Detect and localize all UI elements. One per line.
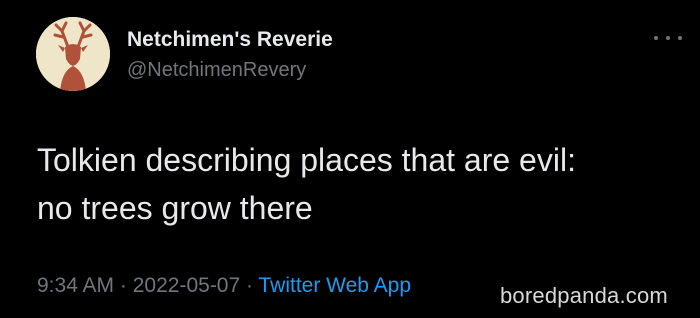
stag-avatar-icon (36, 17, 110, 91)
meta-separator: · (119, 274, 127, 297)
display-name[interactable]: Netchimen's Reverie (127, 28, 333, 52)
tweet-time[interactable]: 9:34 AM (37, 274, 114, 297)
user-handle[interactable]: @NetchimenRevery (127, 59, 306, 82)
watermark: boredpanda.com (500, 283, 668, 308)
dot (678, 36, 682, 40)
more-horizontal-icon[interactable] (654, 30, 682, 46)
meta-separator: · (246, 274, 254, 297)
tweet-text: Tolkien describing places that are evil:… (37, 142, 576, 226)
dot (666, 36, 670, 40)
dot (654, 36, 658, 40)
tweet-date[interactable]: 2022-05-07 (133, 274, 240, 297)
tweet-source-link[interactable]: Twitter Web App (258, 274, 411, 297)
tweet-card: Netchimen's Reverie @NetchimenRevery Tol… (0, 0, 700, 318)
profile-avatar[interactable] (36, 17, 110, 91)
tweet-metadata: 9:34 AM · 2022-05-07 · Twitter Web App (37, 274, 411, 298)
